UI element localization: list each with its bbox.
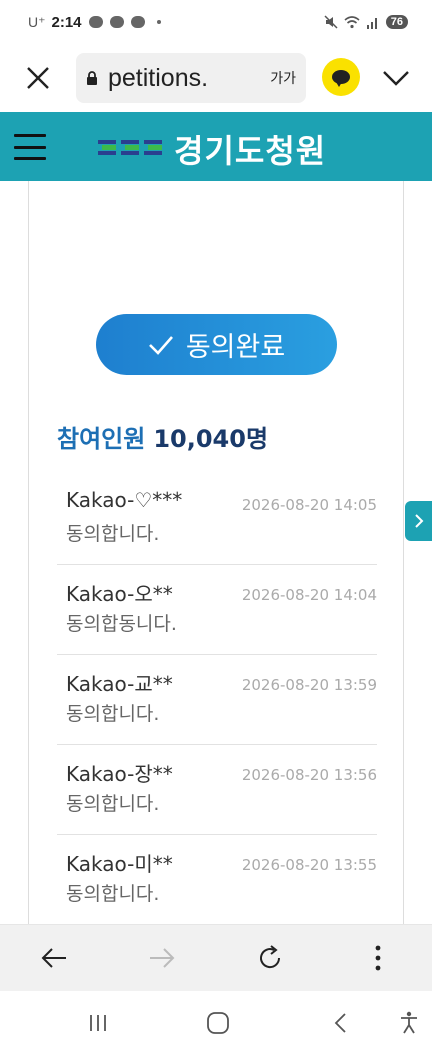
recents-icon	[90, 1015, 106, 1031]
refresh-button[interactable]	[242, 930, 298, 986]
chevron-down-icon	[383, 71, 409, 86]
missed-call-icon	[109, 16, 124, 28]
list-item: Kakao-♡*** 2026-08-20 14:05 동의합니다.	[57, 475, 377, 565]
agree-complete-button[interactable]: 동의완료	[96, 314, 337, 375]
system-back-button[interactable]	[320, 1005, 360, 1041]
home-button[interactable]	[198, 1005, 238, 1041]
petition-card: 동의완료 참여인원 10,040명 Kakao-♡*** 2026-08-20 …	[28, 181, 404, 926]
kakaotalk-button[interactable]	[322, 58, 360, 96]
entry-user: Kakao-♡***	[66, 488, 183, 512]
close-icon	[27, 67, 49, 89]
hamburger-icon[interactable]	[14, 134, 46, 160]
list-item: Kakao-오** 2026-08-20 14:04 동의합동니다.	[57, 565, 377, 655]
agree-button-label: 동의완료	[185, 332, 286, 363]
mute-icon	[324, 15, 338, 29]
close-button[interactable]	[8, 48, 68, 108]
entry-date: 2026-08-20 14:05	[241, 496, 377, 514]
accessibility-button[interactable]	[389, 1005, 429, 1041]
forward-arrow-icon	[150, 948, 175, 968]
battery-indicator: 76	[385, 15, 408, 29]
browser-menu-button[interactable]	[376, 58, 416, 98]
entry-date: 2026-08-20 13:59	[241, 676, 377, 694]
back-icon	[334, 1013, 346, 1033]
status-time: 2:14	[51, 13, 82, 31]
talk-notification-icon	[88, 16, 103, 28]
entry-user: Kakao-오**	[66, 582, 173, 606]
list-item: Kakao-미** 2026-08-20 13:55 동의합니다.	[57, 835, 377, 925]
participants-label: 참여인원	[57, 425, 146, 453]
entry-user: Kakao-교**	[66, 672, 173, 696]
list-item: Kakao-교** 2026-08-20 13:59 동의합니다.	[57, 655, 377, 745]
entry-user: Kakao-장**	[66, 762, 173, 786]
list-item: Kakao-장** 2026-08-20 13:56 동의합니다.	[57, 745, 377, 835]
more-vert-icon	[375, 945, 381, 971]
home-icon	[207, 1012, 229, 1034]
more-button[interactable]	[350, 930, 406, 986]
browser-bottom-nav	[0, 924, 432, 991]
text-size-button[interactable]: 가가	[270, 68, 296, 88]
agreement-list: Kakao-♡*** 2026-08-20 14:05 동의합니다. Kakao…	[57, 475, 377, 925]
entry-date: 2026-08-20 14:04	[241, 586, 377, 604]
entry-message: 동의합니다.	[66, 703, 160, 725]
entry-message: 동의합니다.	[66, 793, 160, 815]
site-logo[interactable]: 경기도청원	[98, 126, 326, 172]
address-bar[interactable]: petitions. 가가	[76, 53, 306, 103]
participants-value: 10,040명	[153, 425, 269, 453]
message-notification-icon	[130, 16, 145, 28]
signal-icon	[366, 18, 377, 29]
kakaotalk-icon	[332, 70, 350, 87]
chevron-right-icon	[414, 514, 423, 528]
wifi-icon	[344, 16, 360, 29]
entry-user: Kakao-미**	[66, 852, 173, 876]
check-icon	[148, 335, 173, 355]
carrier-label: U⁺	[28, 13, 46, 30]
refresh-icon	[260, 945, 281, 969]
entry-message: 동의합니다.	[66, 883, 160, 905]
more-notifications-icon	[156, 20, 161, 24]
status-bar: U⁺ 2:14 76	[0, 0, 432, 44]
lock-icon	[87, 71, 97, 85]
url-text: petitions.	[108, 63, 209, 92]
entry-message: 동의합니다.	[66, 523, 160, 545]
entry-date: 2026-08-20 13:55	[241, 856, 377, 874]
browser-toolbar: petitions. 가가	[0, 44, 432, 112]
logo-text: 경기도청원	[174, 132, 327, 170]
site-header: 경기도청원	[0, 112, 432, 181]
back-arrow-icon	[41, 948, 66, 968]
logo-mark-icon	[98, 140, 162, 155]
entry-message: 동의합동니다.	[66, 613, 177, 635]
forward-button[interactable]	[134, 930, 190, 986]
entry-date: 2026-08-20 13:56	[241, 766, 377, 784]
back-button[interactable]	[26, 930, 82, 986]
side-expand-button[interactable]	[405, 501, 432, 541]
recents-button[interactable]	[78, 1005, 118, 1041]
participants-count: 참여인원 10,040명	[57, 419, 268, 454]
accessibility-icon	[401, 1011, 417, 1034]
system-nav-bar	[0, 991, 432, 1056]
